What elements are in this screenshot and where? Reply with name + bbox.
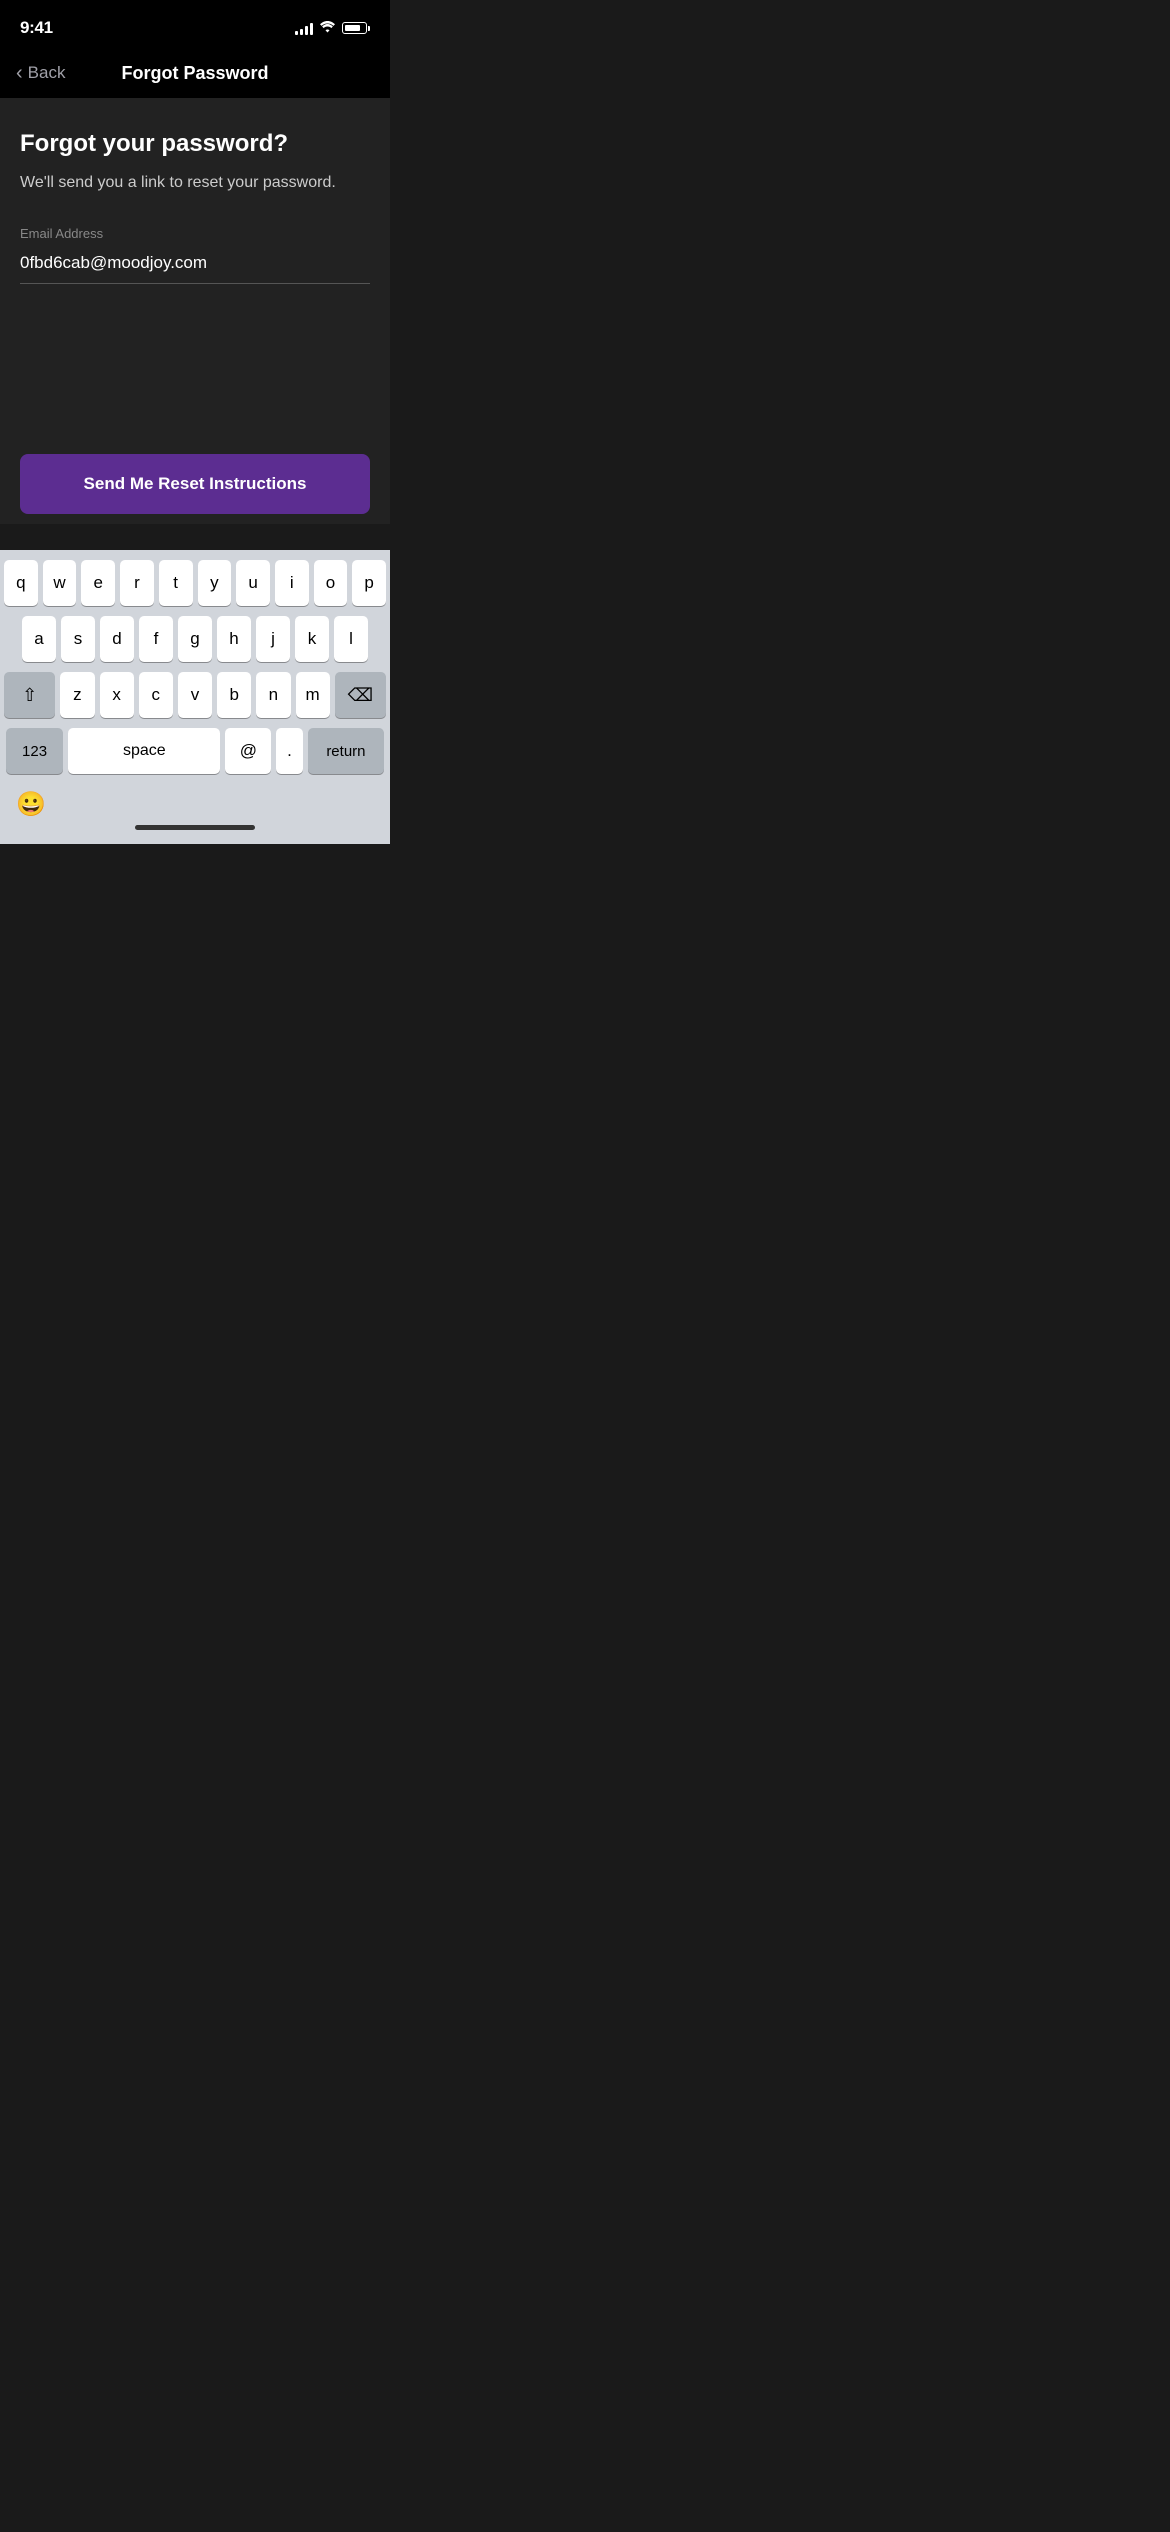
key-f[interactable]: f (139, 616, 173, 662)
page-heading: Forgot your password? (20, 130, 370, 158)
send-reset-button[interactable]: Send Me Reset Instructions (20, 454, 370, 514)
wifi-icon (319, 20, 336, 36)
back-label: Back (28, 63, 66, 83)
space-key[interactable]: space (68, 728, 220, 774)
home-indicator-area (4, 819, 386, 840)
key-c[interactable]: c (139, 672, 173, 718)
key-d[interactable]: d (100, 616, 134, 662)
key-y[interactable]: y (198, 560, 232, 606)
at-key[interactable]: @ (225, 728, 271, 774)
shift-key[interactable]: ⇧ (4, 672, 55, 718)
key-o[interactable]: o (314, 560, 348, 606)
email-form-group: Email Address (20, 226, 370, 284)
back-button[interactable]: ‹ Back (16, 62, 65, 85)
keyboard-row-1: q w e r t y u i o p (4, 560, 386, 606)
key-x[interactable]: x (100, 672, 134, 718)
key-a[interactable]: a (22, 616, 56, 662)
status-icons (295, 20, 370, 36)
dot-key[interactable]: . (276, 728, 303, 774)
numbers-key[interactable]: 123 (6, 728, 63, 774)
emoji-row: 😀 (4, 784, 386, 819)
keyboard-row-2: a s d f g h j k l (4, 616, 386, 662)
key-g[interactable]: g (178, 616, 212, 662)
email-label: Email Address (20, 226, 370, 241)
key-q[interactable]: q (4, 560, 38, 606)
nav-title: Forgot Password (121, 63, 268, 84)
key-i[interactable]: i (275, 560, 309, 606)
key-n[interactable]: n (256, 672, 290, 718)
status-bar: 9:41 (0, 0, 390, 50)
key-k[interactable]: k (295, 616, 329, 662)
return-key[interactable]: return (308, 728, 384, 774)
battery-icon (342, 22, 370, 34)
key-t[interactable]: t (159, 560, 193, 606)
key-u[interactable]: u (236, 560, 270, 606)
key-w[interactable]: w (43, 560, 77, 606)
back-chevron-icon: ‹ (16, 62, 23, 85)
key-l[interactable]: l (334, 616, 368, 662)
email-input[interactable] (20, 247, 370, 284)
key-r[interactable]: r (120, 560, 154, 606)
key-v[interactable]: v (178, 672, 212, 718)
signal-icon (295, 21, 313, 35)
key-j[interactable]: j (256, 616, 290, 662)
key-z[interactable]: z (60, 672, 94, 718)
delete-key[interactable]: ⌫ (335, 672, 386, 718)
keyboard-row-3: ⇧ z x c v b n m ⌫ (4, 672, 386, 718)
emoji-button[interactable]: 😀 (16, 790, 46, 819)
key-m[interactable]: m (296, 672, 330, 718)
key-s[interactable]: s (61, 616, 95, 662)
keyboard: q w e r t y u i o p a s d f g h j k l ⇧ … (0, 550, 390, 844)
page-description: We'll send you a link to reset your pass… (20, 172, 370, 194)
key-p[interactable]: p (352, 560, 386, 606)
keyboard-row-bottom: 123 space @ . return (4, 728, 386, 774)
key-h[interactable]: h (217, 616, 251, 662)
key-b[interactable]: b (217, 672, 251, 718)
key-e[interactable]: e (81, 560, 115, 606)
nav-bar: ‹ Back Forgot Password (0, 50, 390, 98)
status-time: 9:41 (20, 18, 53, 38)
home-indicator (135, 825, 255, 830)
